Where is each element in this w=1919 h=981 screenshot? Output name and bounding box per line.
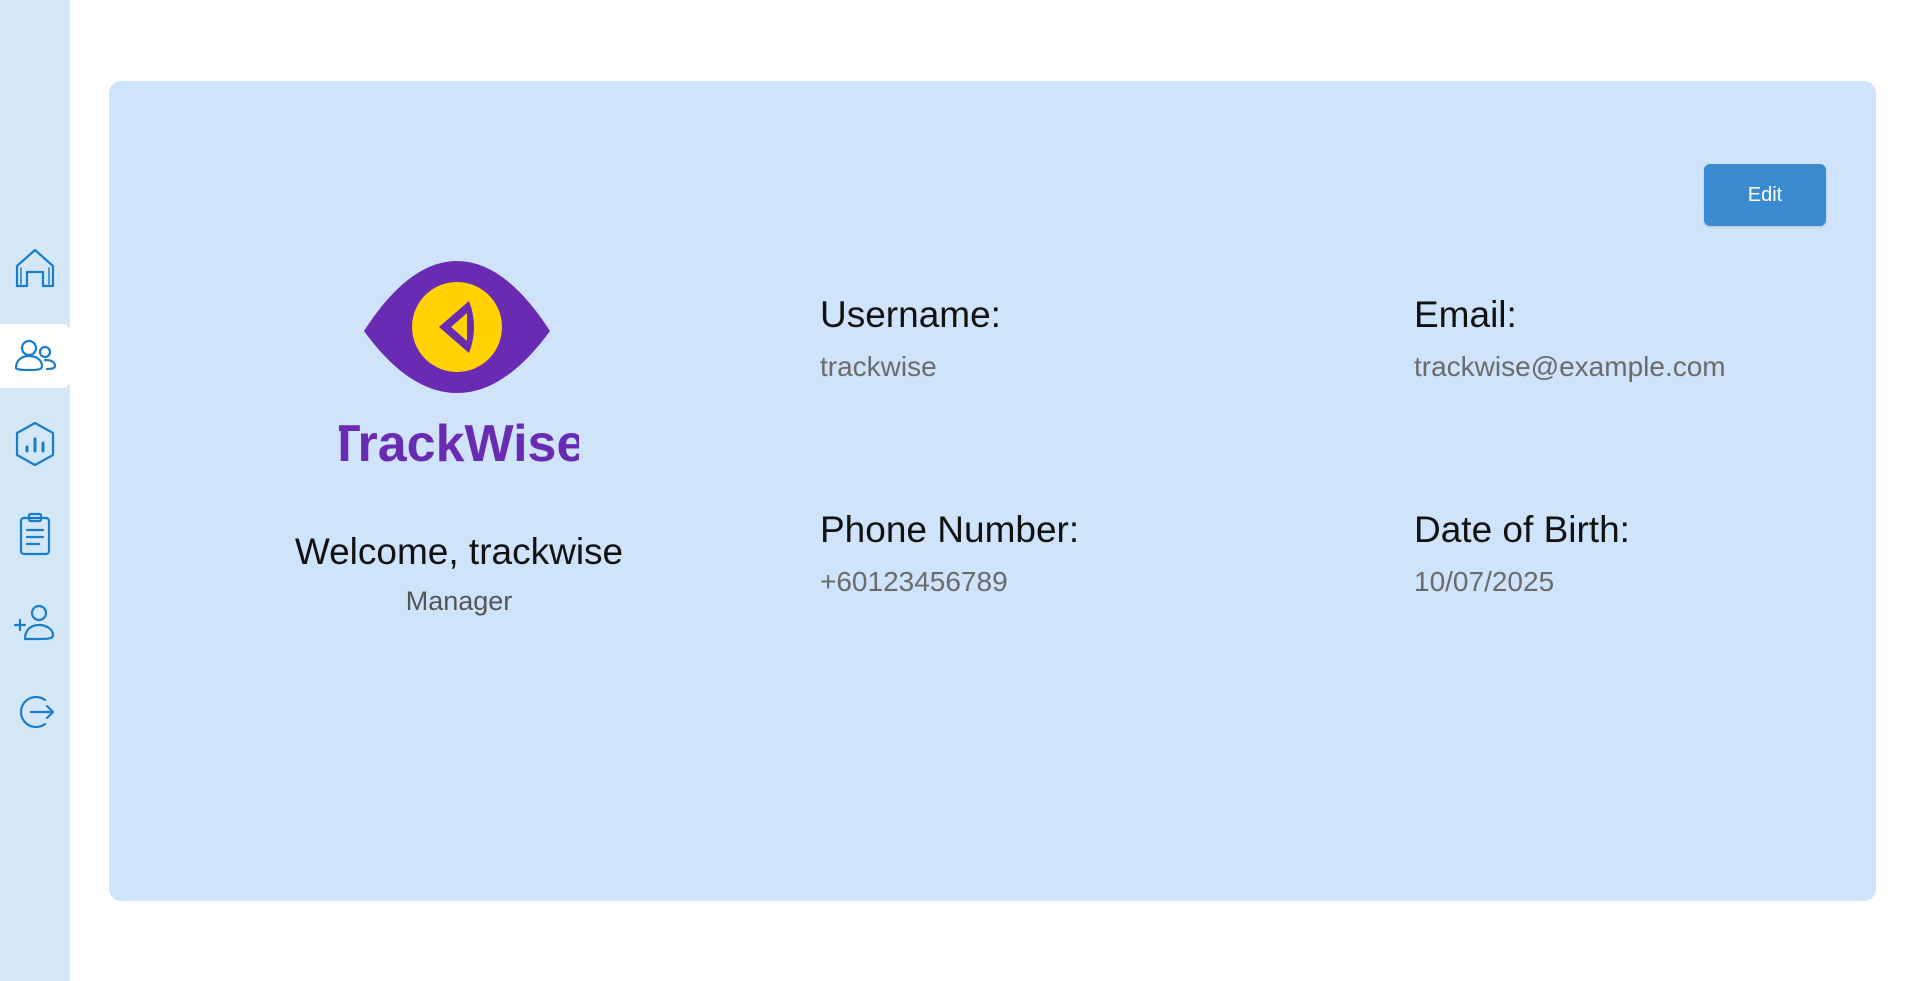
clipboard-icon	[19, 512, 51, 556]
logout-icon	[19, 695, 55, 729]
username-label: Username:	[820, 294, 1001, 335]
phone-label: Phone Number:	[820, 509, 1080, 550]
sidebar-item-logout[interactable]	[0, 680, 70, 744]
sidebar-item-add-user[interactable]	[0, 591, 70, 655]
sidebar-item-reports[interactable]	[0, 502, 70, 566]
phone-value: +60123456789	[820, 566, 1008, 597]
dob-label: Date of Birth:	[1414, 509, 1630, 550]
sidebar-item-analytics[interactable]	[0, 413, 70, 477]
dob-value: 10/07/2025	[1414, 566, 1555, 597]
sidebar-item-users[interactable]	[0, 324, 70, 388]
sidebar-item-home[interactable]	[0, 236, 70, 300]
eye-logo-icon: TrackWise	[329, 261, 585, 473]
trackwise-logo: TrackWise	[329, 261, 585, 481]
email-value: trackwise@example.com	[1414, 351, 1726, 382]
home-icon	[15, 248, 55, 288]
username-value: trackwise	[820, 351, 937, 382]
profile-card: Edit TrackWise Welcome, trackwise Manage…	[109, 81, 1876, 901]
user-role: Manager	[405, 586, 513, 616]
analytics-icon	[15, 421, 55, 467]
add-user-icon	[13, 604, 55, 641]
sidebar	[0, 0, 70, 981]
email-label: Email:	[1414, 294, 1517, 335]
welcome-heading: Welcome, trackwise	[294, 531, 624, 572]
logo-text: TrackWise	[339, 415, 579, 473]
edit-button[interactable]: Edit	[1704, 164, 1826, 226]
users-icon	[14, 339, 57, 372]
